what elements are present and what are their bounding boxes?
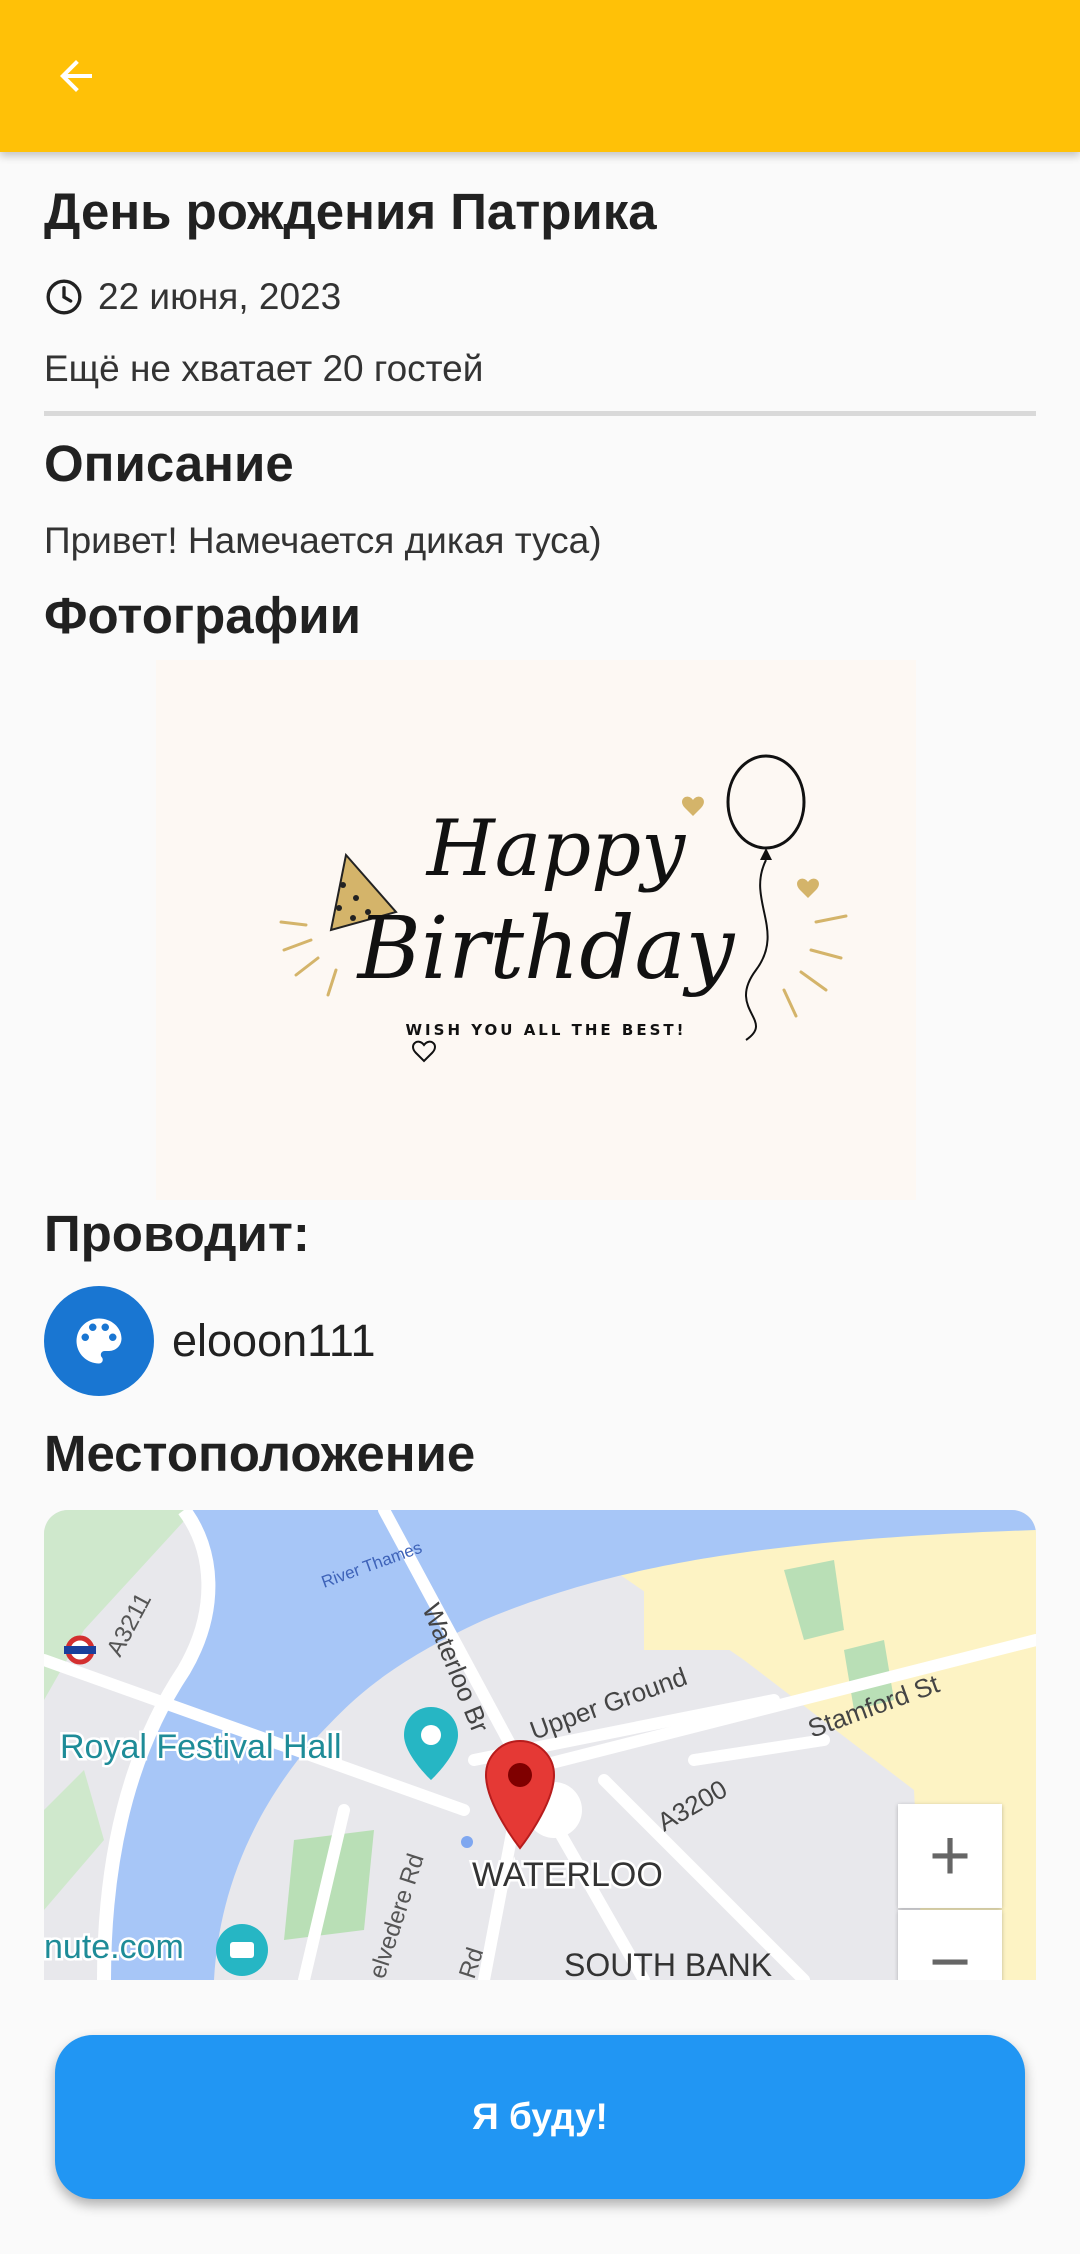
divider <box>44 411 1036 416</box>
host-profile[interactable]: elooon111 <box>44 1286 376 1396</box>
camera-pin-icon <box>216 1924 268 1976</box>
map-label-south-bank: SOUTH BANK <box>564 1947 772 1980</box>
attend-button[interactable]: Я буду! <box>55 2035 1025 2199</box>
avatar <box>44 1286 154 1396</box>
map-label-nute: nute.com <box>44 1928 184 1966</box>
clock-icon <box>44 277 84 317</box>
map-canvas: River Thames A3211 Waterloo Br Upper Gro… <box>44 1510 1036 1980</box>
birthday-card-image: Happy Birthday WISH YOU ALL THE BEST! <box>156 660 916 1200</box>
arrow-back-icon <box>60 60 92 92</box>
map-label-waterloo: WATERLOO <box>472 1856 663 1894</box>
host-username: elooon111 <box>172 1315 376 1366</box>
back-button[interactable] <box>36 36 116 116</box>
event-photo[interactable]: Happy Birthday WISH YOU ALL THE BEST! <box>156 660 916 1200</box>
event-date-row: 22 июня, 2023 <box>44 276 341 318</box>
card-happy-text: Happy <box>425 804 686 894</box>
location-heading: Местоположение <box>44 1425 476 1482</box>
photos-heading: Фотографии <box>44 587 361 644</box>
app-bar <box>0 0 1080 152</box>
event-date: 22 июня, 2023 <box>98 276 342 317</box>
description-text: Привет! Намечается дикая туса) <box>44 520 602 561</box>
palette-icon <box>76 1318 122 1364</box>
zoom-in-button[interactable]: + <box>898 1804 1002 1908</box>
event-title: День рождения Патрика <box>44 183 657 240</box>
card-birthday-text: Birthday <box>356 899 736 999</box>
description-heading: Описание <box>44 435 294 492</box>
zoom-out-button[interactable]: − <box>898 1910 1002 1980</box>
map-label-royal-festival: Royal Festival Hall <box>60 1728 342 1766</box>
host-heading: Проводит: <box>44 1205 310 1262</box>
location-map[interactable]: River Thames A3211 Waterloo Br Upper Gro… <box>44 1510 1036 1980</box>
guests-needed: Ещё не хватает 20 гостей <box>44 348 484 389</box>
card-tagline: WISH YOU ALL THE BEST! <box>406 1021 687 1039</box>
